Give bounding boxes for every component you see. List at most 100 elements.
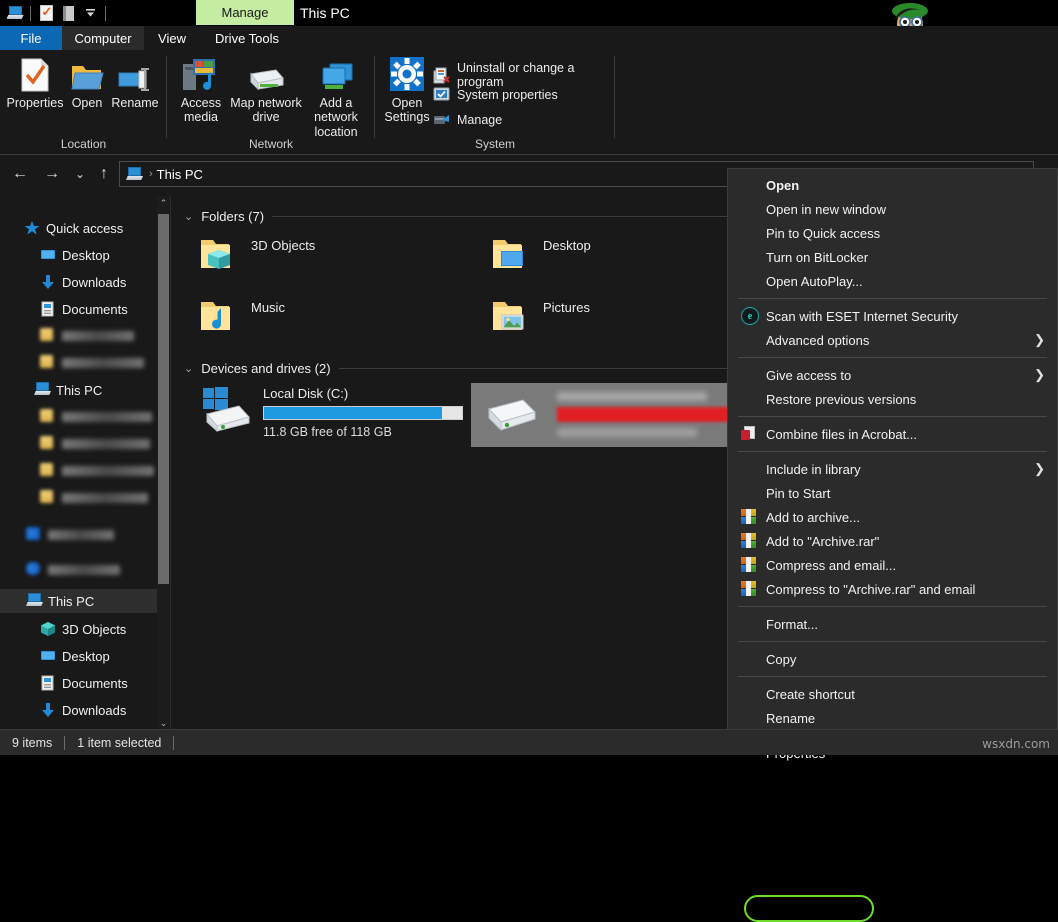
context-menu[interactable]: Open Open in new window Pin to Quick acc… [727, 168, 1058, 922]
context-menu-item-pin-to-start[interactable]: Pin to Start [728, 481, 1057, 505]
winrar-icon [741, 533, 757, 549]
sidebar-item-redacted-4[interactable] [0, 432, 170, 456]
downloads-icon [40, 274, 56, 290]
ribbon-button-add-network-location[interactable]: Add a network location [302, 56, 370, 139]
context-menu-item-compress-and-email[interactable]: Compress and email... [728, 553, 1057, 577]
up-button[interactable]: ↑ [92, 163, 116, 185]
book-icon[interactable] [57, 2, 79, 24]
sidebar-item-redacted-6-label [62, 493, 148, 503]
sidebar-item-downloads-label: Downloads [62, 274, 127, 290]
chevron-down-icon[interactable]: ⌄ [184, 210, 193, 223]
customize-chevron-icon[interactable] [79, 2, 101, 24]
sidebar-item-documents[interactable]: Documents 📌 [0, 297, 170, 321]
tab-view[interactable]: View [144, 26, 200, 50]
context-menu-item-compress-to-archive-and-email[interactable]: Compress to "Archive.rar" and email [728, 577, 1057, 601]
context-menu-item-pin-to-quick-access[interactable]: Pin to Quick access [728, 221, 1057, 245]
ribbon-button-properties[interactable]: Properties [6, 56, 64, 110]
sidebar-item-this-pc-label: This PC [48, 593, 95, 609]
tab-file[interactable]: File [0, 26, 62, 50]
context-menu-separator [738, 676, 1047, 677]
drive-icon [485, 397, 541, 438]
sidebar-item-redacted-2[interactable]: 📌 [0, 351, 170, 375]
context-menu-item-give-access-to[interactable]: Give access to ❯ [728, 363, 1057, 387]
context-menu-item-include-in-library[interactable]: Include in library ❯ [728, 457, 1057, 481]
back-button[interactable]: ← [8, 163, 32, 185]
ribbon-item-manage[interactable]: Manage [433, 111, 502, 128]
context-menu-item-create-shortcut[interactable]: Create shortcut [728, 682, 1057, 706]
context-menu-item-copy[interactable]: Copy [728, 647, 1057, 671]
folder-tile-pictures[interactable]: Pictures [491, 298, 590, 337]
context-menu-item-add-to-archive-label: Add to archive... [766, 509, 860, 525]
chevron-down-icon[interactable]: ⌄ [184, 362, 193, 375]
folder-icon [40, 490, 56, 506]
sidebar-item-redacted-1[interactable]: 📌 [0, 324, 170, 348]
sidebar-item-redacted-2-label [62, 358, 144, 368]
context-menu-item-scan-with-eset[interactable]: e Scan with ESET Internet Security [728, 304, 1057, 328]
this-pc-icon [126, 167, 143, 181]
sidebar-item-onedrive[interactable] [0, 558, 170, 582]
scrollbar-thumb[interactable] [158, 214, 169, 584]
sidebar-item-desktop-2[interactable]: Desktop [0, 644, 170, 668]
title-bar: Manage This PC [0, 0, 1058, 46]
sidebar-item-redacted-3[interactable] [0, 405, 170, 429]
sidebar-item-this-pc-quick[interactable]: This PC 📌 [0, 378, 170, 402]
context-menu-item-combine-files-in-acrobat[interactable]: Combine files in Acrobat... [728, 422, 1057, 446]
properties-highlight-annotation [744, 895, 874, 922]
context-menu-separator [738, 298, 1047, 299]
map-network-drive-icon [246, 56, 286, 92]
sidebar-item-redacted-6[interactable] [0, 486, 170, 510]
sidebar-item-quick-access[interactable]: Quick access [0, 216, 170, 240]
ribbon-group-system: Open Settings Uninstall or change a prog… [375, 50, 615, 154]
ribbon: Properties Open Rename Location Access m… [0, 50, 1058, 155]
breadcrumb-this-pc[interactable]: This PC [157, 167, 203, 182]
ribbon-button-map-network-drive[interactable]: Map network drive [230, 56, 302, 125]
sidebar-item-downloads-2-label: Downloads [62, 702, 127, 718]
context-menu-item-advanced-options[interactable]: Advanced options ❯ [728, 328, 1057, 352]
sidebar-item-desktop[interactable]: Desktop 📌 [0, 243, 170, 267]
folder-tile-desktop-label: Desktop [543, 238, 591, 253]
context-menu-item-rename[interactable]: Rename [728, 706, 1057, 730]
sidebar-item-dropbox[interactable] [0, 523, 170, 547]
sidebar-item-this-pc[interactable]: This PC [0, 589, 170, 613]
forward-button[interactable]: → [40, 163, 64, 185]
context-menu-item-open-in-new-window[interactable]: Open in new window [728, 197, 1057, 221]
add-network-location-icon [317, 56, 355, 92]
context-menu-item-add-to-archive-rar[interactable]: Add to "Archive.rar" [728, 529, 1057, 553]
drive-tile-local-disk-c[interactable]: Local Disk (C:) 11.8 GB free of 118 GB [199, 386, 463, 439]
scroll-up-arrow-icon[interactable]: ⌃ [157, 196, 170, 210]
navigation-pane-scrollbar[interactable]: ⌃ ⌄ [157, 196, 170, 730]
ribbon-item-uninstall-program[interactable]: Uninstall or change a program [433, 61, 615, 89]
recent-locations-button[interactable]: ⌄ [68, 163, 92, 185]
tab-drive-tools[interactable]: Drive Tools [200, 26, 294, 50]
drive-tile-redacted[interactable] [471, 383, 732, 447]
tab-manage[interactable]: Manage [196, 0, 294, 25]
sidebar-item-downloads-2[interactable]: Downloads [0, 698, 170, 722]
folder-tile-music[interactable]: Music [199, 298, 285, 337]
ribbon-button-access-media-label: Access media [180, 96, 222, 125]
status-item-count: 9 items [12, 735, 53, 750]
context-menu-item-turn-on-bitlocker[interactable]: Turn on BitLocker [728, 245, 1057, 269]
ribbon-button-access-media[interactable]: Access media [172, 56, 230, 125]
context-menu-item-open[interactable]: Open [728, 173, 1057, 197]
folder-tile-desktop[interactable]: Desktop [491, 236, 591, 275]
this-pc-icon[interactable] [4, 2, 26, 24]
context-menu-item-open-autoplay[interactable]: Open AutoPlay... [728, 269, 1057, 293]
sidebar-item-downloads[interactable]: Downloads 📌 [0, 270, 170, 294]
scroll-down-arrow-icon[interactable]: ⌄ [157, 716, 170, 730]
ribbon-button-open[interactable]: Open [66, 56, 108, 110]
sidebar-item-3d-objects[interactable]: 3D Objects [0, 617, 170, 641]
tab-computer[interactable]: Computer [62, 26, 144, 50]
ribbon-button-rename[interactable]: Rename [108, 56, 162, 110]
context-menu-item-format[interactable]: Format... [728, 612, 1057, 636]
sidebar-item-redacted-5[interactable] [0, 459, 170, 483]
ribbon-item-system-properties[interactable]: System properties [433, 86, 558, 103]
ribbon-button-open-settings[interactable]: Open Settings [381, 56, 433, 125]
properties-icon[interactable] [35, 2, 57, 24]
folder-tile-3d-objects[interactable]: 3D Objects [199, 236, 315, 275]
sidebar-item-desktop-label: Desktop [62, 247, 110, 263]
folder-icon [40, 409, 56, 425]
context-menu-item-restore-previous-versions[interactable]: Restore previous versions [728, 387, 1057, 411]
ribbon-tab-strip: File Computer View Drive Tools [0, 26, 1058, 50]
sidebar-item-documents-2[interactable]: Documents [0, 671, 170, 695]
context-menu-item-add-to-archive[interactable]: Add to archive... [728, 505, 1057, 529]
